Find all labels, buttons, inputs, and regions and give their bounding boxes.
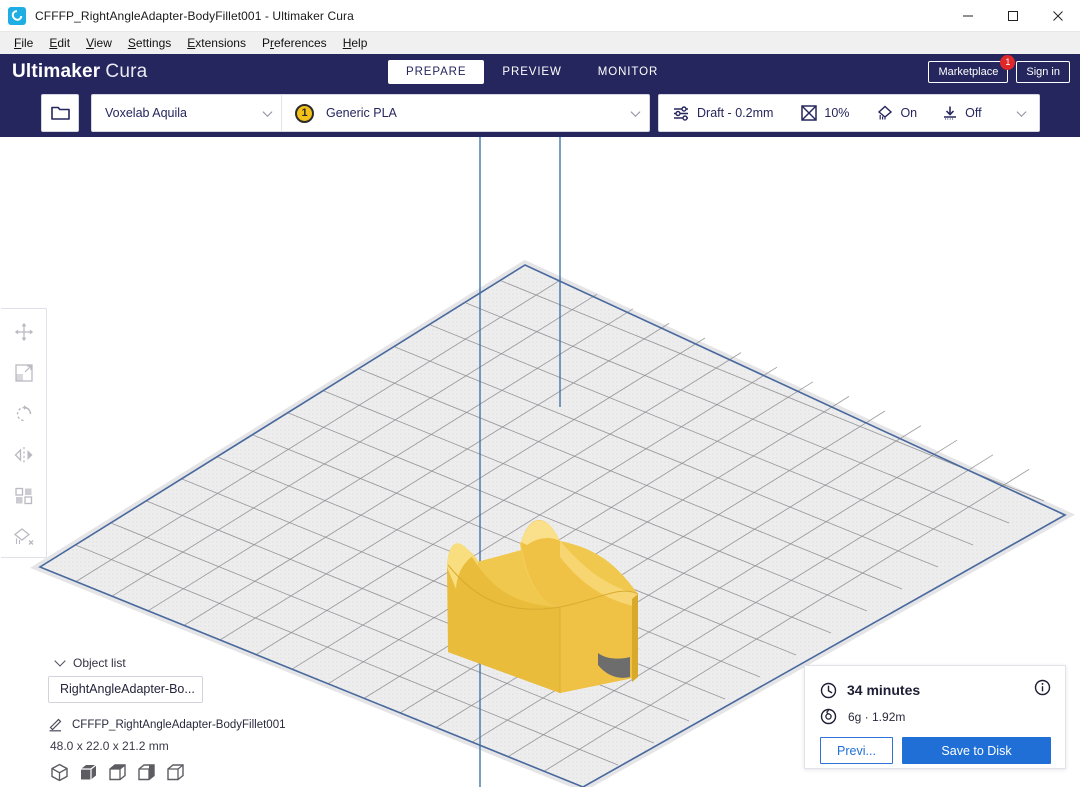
sign-in-button[interactable]: Sign in: [1016, 60, 1070, 83]
mirror-icon: [14, 447, 32, 463]
mirror-tool-button[interactable]: [7, 440, 41, 470]
support-blocker-icon: [13, 528, 33, 545]
marketplace-badge: 1: [1000, 54, 1016, 70]
print-action-buttons: Previ... Save to Disk: [820, 737, 1051, 764]
object-list-title: Object list: [73, 656, 126, 670]
move-icon: [14, 323, 33, 341]
support-label: On: [900, 106, 918, 120]
infill-label: 10%: [824, 106, 850, 120]
brand-cura: Cura: [105, 60, 148, 82]
save-to-disk-button[interactable]: Save to Disk: [902, 737, 1051, 764]
view-top-icon[interactable]: [108, 763, 127, 782]
infill-setting[interactable]: 10%: [801, 105, 849, 121]
print-profile-setting[interactable]: Draft - 0.2mm: [673, 105, 774, 121]
print-time-row: 34 minutes: [820, 679, 1051, 701]
object-list-panel: Object list RightAngleAdapter-Bo... CFFF…: [48, 655, 328, 782]
object-filename: CFFFP_RightAngleAdapter-BodyFillet001: [72, 718, 286, 731]
print-info-panel: 34 minutes 6g · 1.92m Previ... Save to D…: [804, 665, 1066, 769]
preview-button[interactable]: Previ...: [820, 737, 893, 764]
menu-extensions[interactable]: Extensions: [179, 34, 254, 52]
support-setting[interactable]: On: [877, 105, 917, 121]
per-model-settings-icon: [14, 487, 32, 505]
spool-icon: [820, 708, 837, 725]
print-time-value: 34 minutes: [847, 682, 921, 698]
title-bar: CFFFP_RightAngleAdapter-BodyFillet001 - …: [0, 0, 1080, 32]
extruder-number-badge: 1: [295, 103, 314, 123]
material-usage-row: 6g · 1.92m: [820, 708, 1051, 725]
marketplace-label: Marketplace: [938, 65, 999, 78]
pencil-icon: [49, 718, 62, 732]
scale-icon: [14, 364, 33, 382]
support-icon: [878, 105, 893, 120]
scale-tool-button[interactable]: [7, 358, 41, 388]
model-tools-toolbar: [1, 308, 47, 558]
support-blocker-tool-button[interactable]: [7, 522, 41, 552]
brand-ultimaker: Ultimaker: [12, 60, 101, 82]
sliders-icon: [674, 105, 688, 121]
marketplace-button[interactable]: Marketplace 1: [928, 54, 1016, 83]
object-list-header[interactable]: Object list: [48, 655, 328, 670]
view-left-icon[interactable]: [137, 763, 156, 782]
tab-monitor[interactable]: MONITOR: [580, 60, 676, 84]
object-filename-row: CFFFP_RightAngleAdapter-BodyFillet001: [48, 717, 328, 732]
window-controls: [945, 0, 1080, 32]
camera-view-buttons: [50, 763, 328, 782]
folder-icon: [50, 106, 70, 120]
view-3d-icon[interactable]: [50, 763, 69, 782]
machine-config-panel: Voxelab Aquila 1 Generic PLA: [91, 94, 650, 132]
menu-settings[interactable]: Settings: [120, 34, 179, 52]
app-brand: Ultimaker Cura: [12, 61, 147, 83]
configuration-bar: Voxelab Aquila 1 Generic PLA Draft - 0.2…: [0, 89, 1080, 137]
object-dimensions: 48.0 x 22.0 x 21.2 mm: [50, 739, 169, 753]
tab-preview[interactable]: PREVIEW: [484, 60, 579, 84]
menu-bar: File Edit View Settings Extensions Prefe…: [0, 32, 1080, 54]
adhesion-setting[interactable]: Off: [942, 105, 982, 121]
rotate-icon: [16, 405, 31, 422]
open-file-button[interactable]: [41, 94, 79, 132]
clock-icon: [820, 682, 837, 698]
minimize-icon[interactable]: [945, 0, 990, 32]
chevron-down-icon: [262, 107, 273, 117]
cura-application-window: CFFFP_RightAngleAdapter-BodyFillet001 - …: [0, 0, 1080, 787]
3d-viewport[interactable]: Object list RightAngleAdapter-Bo... CFFF…: [0, 137, 1080, 787]
print-profile-label: Draft - 0.2mm: [697, 106, 774, 120]
view-front-icon[interactable]: [79, 763, 98, 782]
adhesion-label: Off: [965, 106, 982, 120]
per-model-settings-tool-button[interactable]: [7, 481, 41, 511]
tab-prepare[interactable]: PREPARE: [388, 59, 485, 84]
view-right-icon[interactable]: [166, 763, 185, 782]
menu-edit[interactable]: Edit: [41, 34, 78, 52]
printer-selector[interactable]: Voxelab Aquila: [92, 95, 282, 131]
header-actions: Marketplace 1 Sign in: [928, 54, 1070, 83]
chevron-down-icon: [1016, 107, 1027, 117]
material-usage-value: 6g · 1.92m: [848, 709, 906, 724]
menu-preferences[interactable]: Preferences: [254, 34, 335, 52]
printer-name: Voxelab Aquila: [105, 106, 188, 120]
cura-logo-icon: [8, 6, 26, 25]
window-title: CFFFP_RightAngleAdapter-BodyFillet001 - …: [35, 8, 354, 23]
maximize-icon[interactable]: [990, 0, 1035, 32]
chevron-down-icon: [630, 107, 641, 117]
infill-icon: [801, 105, 818, 121]
close-icon[interactable]: [1035, 0, 1080, 32]
adhesion-icon: [944, 106, 957, 120]
menu-view[interactable]: View: [78, 34, 120, 52]
info-icon[interactable]: [1034, 679, 1051, 701]
menu-help[interactable]: Help: [335, 34, 376, 52]
chevron-down-icon: [54, 655, 66, 667]
material-selector[interactable]: 1 Generic PLA: [282, 95, 649, 131]
print-settings-panel[interactable]: Draft - 0.2mm 10% On Off: [658, 94, 1040, 132]
object-list-item[interactable]: RightAngleAdapter-Bo...: [48, 676, 203, 703]
stage-tabs: PREPARE PREVIEW MONITOR: [388, 59, 676, 84]
menu-file[interactable]: File: [6, 34, 41, 52]
material-name: Generic PLA: [326, 106, 397, 120]
rotate-tool-button[interactable]: [7, 399, 41, 429]
cura-header: Ultimaker Cura PREPARE PREVIEW MONITOR M…: [0, 54, 1080, 89]
move-tool-button[interactable]: [7, 317, 41, 347]
